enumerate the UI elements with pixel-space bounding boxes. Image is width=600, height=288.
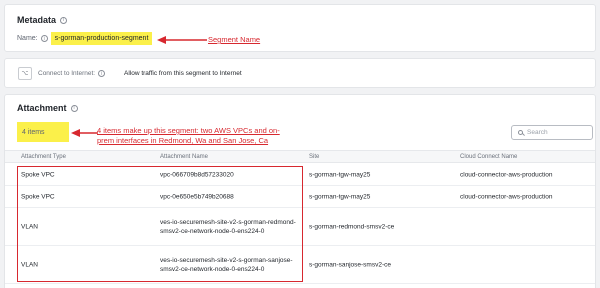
- items-annotation: 4 items make up this segment: two AWS VP…: [97, 126, 280, 145]
- info-icon[interactable]: i: [60, 16, 68, 24]
- connect-value: Allow traffic from this segment to Inter…: [124, 70, 242, 77]
- cell-cloud-connect-name[interactable]: cloud-connector-aws-production: [460, 170, 553, 179]
- arrow-left-icon: [157, 36, 207, 44]
- item-count-label: 4 items: [22, 128, 45, 136]
- column-site[interactable]: Site: [309, 154, 319, 160]
- metadata-heading: Metadata i: [17, 15, 68, 25]
- metadata-card: Metadata i Name: i s-gorman-production-s…: [4, 4, 596, 52]
- column-attachment-type[interactable]: Attachment Type: [21, 154, 66, 160]
- connect-icon: ⌥: [18, 67, 32, 80]
- connect-card: ⌥ Connect to Internet: i Allow traffic f…: [4, 58, 596, 88]
- search-icon: [518, 130, 523, 135]
- info-icon[interactable]: i: [40, 35, 48, 42]
- connect-label-group: Connect to Internet: i: [38, 70, 106, 77]
- cell-site[interactable]: s-gorman-redmond-smsv2-ce: [309, 222, 394, 231]
- table-header: Attachment Type Attachment Name Site Clo…: [5, 150, 595, 163]
- name-label: Name:: [17, 35, 38, 42]
- segment-name-annotation: Segment Name: [208, 35, 261, 44]
- column-attachment-name[interactable]: Attachment Name: [160, 154, 208, 160]
- column-cloud-connect-name[interactable]: Cloud Connect Name: [460, 154, 517, 160]
- cell-site[interactable]: s-gorman-tgw-may25: [309, 192, 370, 201]
- attachment-heading: Attachment i: [17, 103, 78, 113]
- name-row: Name: i s-gorman-production-segment: [17, 32, 153, 45]
- attachment-title: Attachment: [17, 103, 67, 113]
- metadata-title: Metadata: [17, 15, 57, 25]
- cell-site[interactable]: s-gorman-sanjose-smsv2-ce: [309, 260, 391, 269]
- info-icon[interactable]: i: [98, 70, 106, 77]
- attachment-card: Attachment i 4 items 4 items make up thi…: [4, 94, 596, 288]
- search-input[interactable]: Search: [511, 125, 593, 140]
- item-count: 4 items: [17, 122, 69, 142]
- segment-name-value: s-gorman-production-segment: [50, 32, 153, 45]
- cell-site[interactable]: s-gorman-tgw-may25: [309, 170, 370, 179]
- annotation-highlight-box: [17, 166, 303, 282]
- search-placeholder: Search: [527, 129, 548, 136]
- info-icon[interactable]: i: [70, 104, 78, 112]
- cell-cloud-connect-name[interactable]: cloud-connector-aws-production: [460, 192, 553, 201]
- arrow-left-icon: [71, 129, 98, 137]
- connect-label: Connect to Internet:: [38, 70, 96, 77]
